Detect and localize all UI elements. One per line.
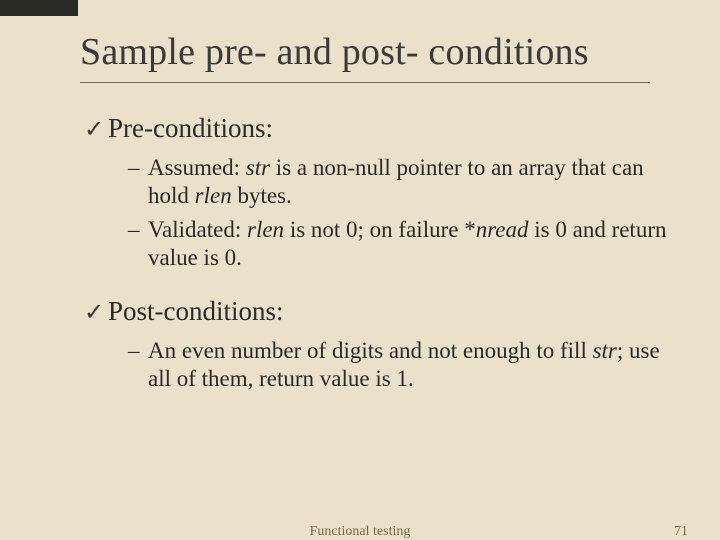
list-item: – An even number of digits and not enoug… [128, 337, 670, 393]
dash-icon: – [128, 216, 148, 272]
slide-title: Sample pre- and post- conditions [80, 30, 670, 74]
bullet-preconditions: ✓ Pre-conditions: [84, 113, 670, 144]
bullet-postconditions: ✓ Post-conditions: [84, 296, 670, 327]
preconditions-list: – Assumed: str is a non-null pointer to … [128, 154, 670, 272]
dash-icon: – [128, 154, 148, 210]
list-item-text: Validated: rlen is not 0; on failure *nr… [148, 216, 670, 272]
list-item: – Validated: rlen is not 0; on failure *… [128, 216, 670, 272]
dash-icon: – [128, 337, 148, 393]
postconditions-list: – An even number of digits and not enoug… [128, 337, 670, 393]
title-rule [80, 82, 650, 83]
check-icon: ✓ [84, 301, 108, 325]
footer-title: Functional testing [310, 524, 411, 540]
slide: Sample pre- and post- conditions ✓ Pre-c… [0, 0, 720, 393]
page-number: 71 [674, 524, 688, 540]
list-item-text: Assumed: str is a non-null pointer to an… [148, 154, 670, 210]
bullet-label: Post-conditions: [108, 296, 284, 327]
list-item-text: An even number of digits and not enough … [148, 337, 670, 393]
window-chrome-fragment [0, 0, 78, 16]
bullet-label: Pre-conditions: [108, 113, 273, 144]
check-icon: ✓ [84, 118, 108, 142]
list-item: – Assumed: str is a non-null pointer to … [128, 154, 670, 210]
